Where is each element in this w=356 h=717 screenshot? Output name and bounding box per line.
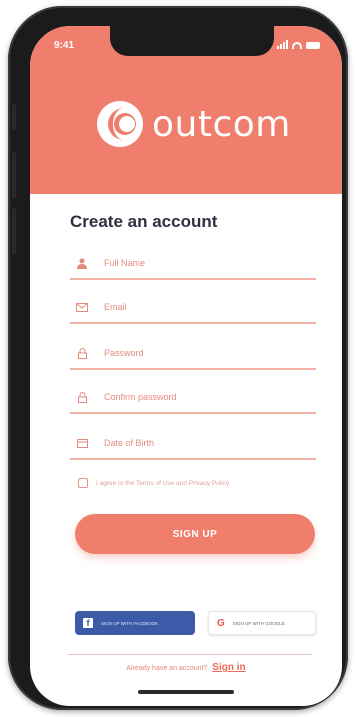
calendar-icon [74, 436, 90, 450]
mute-switch [12, 104, 16, 130]
email-field[interactable]: Email [70, 292, 316, 324]
outcom-logo-icon [97, 101, 143, 147]
google-signup-label: SIGN UP WITH GOOGLE [232, 620, 285, 626]
full-name-placeholder: Full Name [104, 258, 146, 268]
confirm-password-placeholder: Confirm password [104, 392, 177, 402]
full-name-field[interactable]: Full Name [70, 248, 316, 280]
terms-checkbox[interactable] [78, 478, 88, 488]
terms-agreement: I agree to the Terms of Use and Privacy … [78, 478, 229, 488]
logo: outcom [94, 98, 291, 150]
volume-down-button [12, 208, 16, 254]
facebook-signup-button[interactable]: f SIGN UP WITH FACEBOOK [75, 611, 195, 635]
footer-divider [68, 654, 312, 655]
facebook-signup-label: SIGN UP WITH FACEBOOK [101, 620, 159, 626]
google-icon: G [217, 617, 225, 629]
sign-up-button[interactable]: SIGN UP [75, 514, 315, 554]
google-signup-button[interactable]: G SIGN UP WITH GOOGLE [208, 611, 316, 635]
user-icon [74, 256, 90, 270]
password-field[interactable]: Password [70, 338, 316, 370]
password-placeholder: Password [104, 348, 144, 358]
wifi-icon [292, 42, 302, 49]
phone-frame: 9:41 outcom Create an account Full Name … [8, 6, 348, 710]
brand-name: outcom [152, 103, 291, 145]
home-indicator[interactable] [138, 690, 234, 694]
notch [110, 26, 274, 56]
signin-prompt-text: Already have an account? [126, 665, 208, 672]
status-icons [277, 40, 320, 49]
sign-in-link[interactable]: Sign in [212, 662, 245, 673]
confirm-password-field[interactable]: Confirm password [70, 382, 316, 414]
date-of-birth-placeholder: Date of Birth [104, 438, 155, 448]
lock-icon [74, 346, 90, 360]
facebook-icon: f [83, 618, 93, 628]
lock-icon [74, 390, 90, 404]
signin-prompt: Already have an account? Sign in [30, 662, 342, 673]
status-time: 9:41 [54, 40, 75, 51]
battery-icon [306, 42, 320, 49]
signal-icon [277, 40, 288, 49]
volume-up-button [12, 152, 16, 198]
terms-text: I agree to the Terms of Use and Privacy … [96, 479, 230, 487]
email-placeholder: Email [104, 302, 127, 312]
screen: 9:41 outcom Create an account Full Name … [30, 26, 342, 706]
page-title: Create an account [70, 212, 218, 231]
date-of-birth-field[interactable]: Date of Birth [70, 428, 316, 460]
mail-icon [74, 300, 90, 314]
